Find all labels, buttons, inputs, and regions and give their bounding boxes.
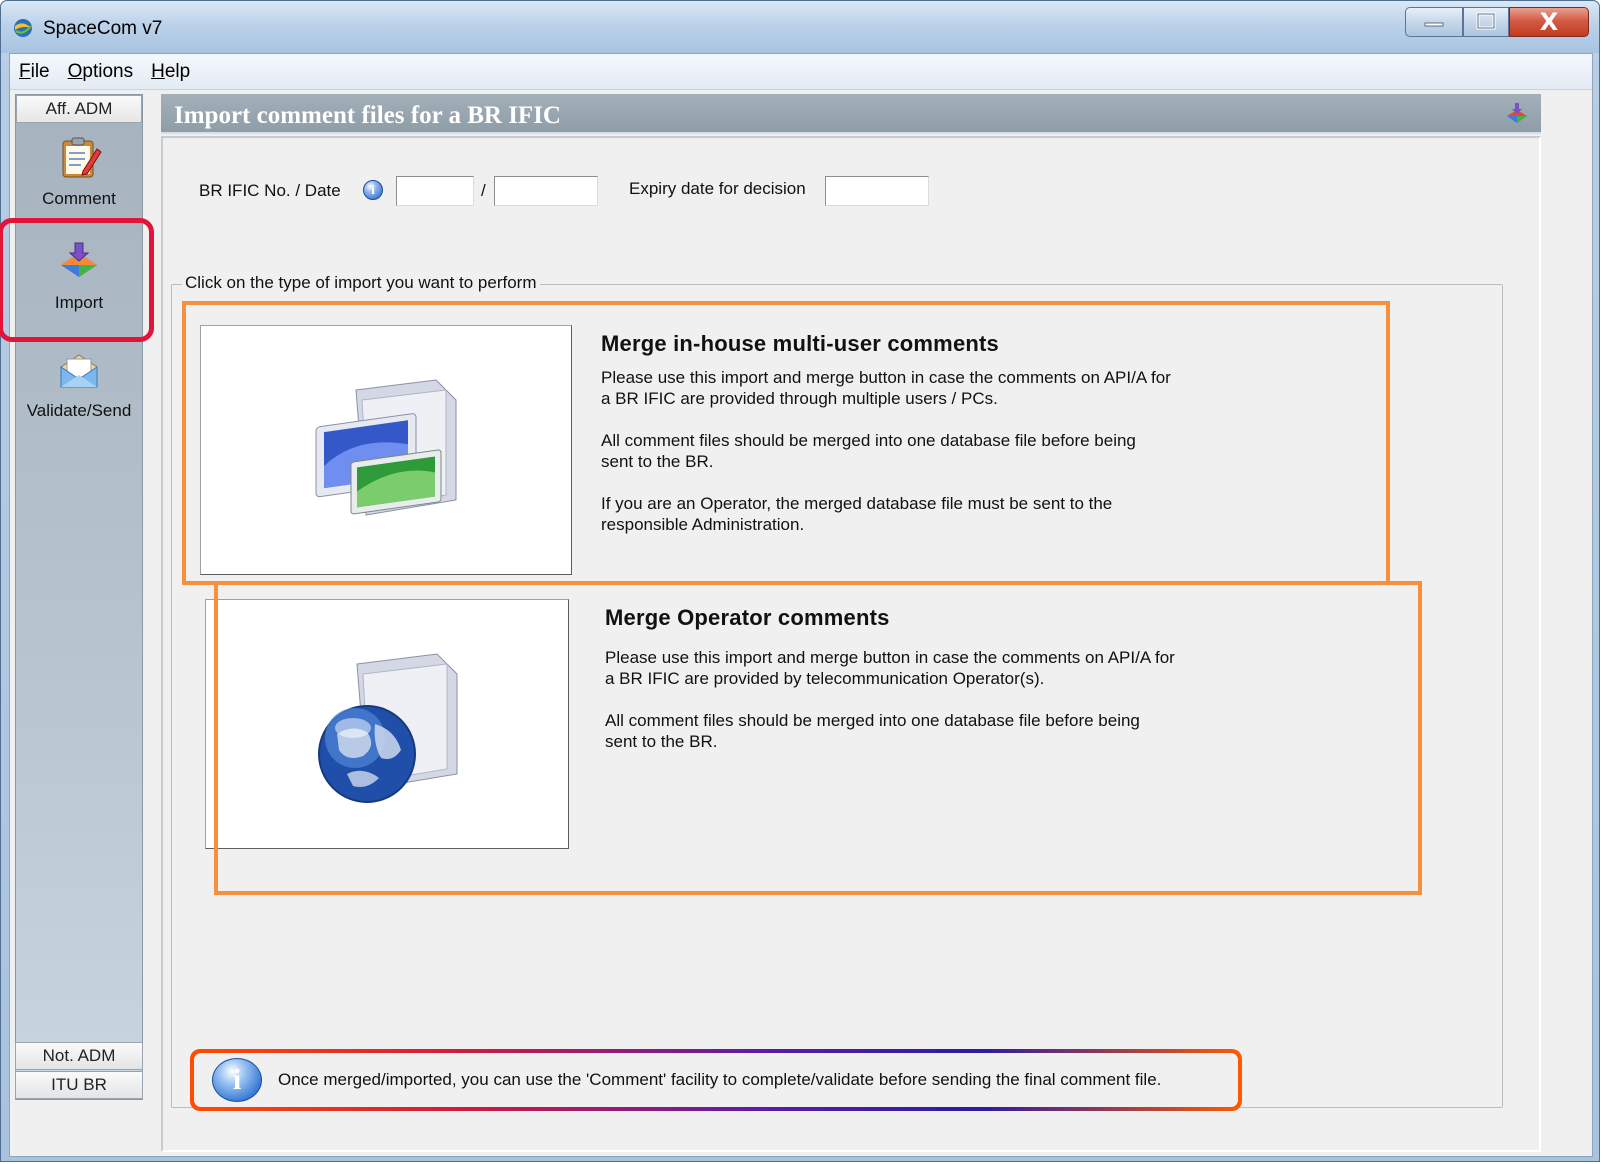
sidebar-tab-itu-br[interactable]: ITU BR xyxy=(15,1071,143,1099)
option-description: Please use this import and merge button … xyxy=(605,647,1175,773)
option-paragraph: Please use this import and merge button … xyxy=(601,368,1171,408)
expiry-date-field[interactable] xyxy=(825,176,929,206)
merge-multi-user-button[interactable] xyxy=(200,325,572,575)
panel-header: Import comment files for a BR IFIC xyxy=(161,94,1541,134)
sidebar-section-aff-adm[interactable]: Aff. ADM xyxy=(16,95,142,123)
sidebar-tool-label: Import xyxy=(54,293,104,312)
notice-text: Once merged/imported, you can use the 'C… xyxy=(278,1070,1162,1089)
menu-file[interactable]: File xyxy=(19,61,50,83)
minimize-icon xyxy=(1424,22,1444,27)
folder-monitor-icon xyxy=(315,379,457,516)
sidebar-tool-comment[interactable]: Comment xyxy=(16,127,142,227)
menu-help[interactable]: Help xyxy=(151,61,190,83)
envelope-icon xyxy=(60,354,98,388)
clipboard-edit-icon xyxy=(62,137,102,178)
app-window: SpaceCom v7 X File Options Help Aff. ADM xyxy=(0,0,1600,1162)
menu-options[interactable]: Options xyxy=(68,61,133,83)
br-ific-no-field[interactable] xyxy=(396,176,474,206)
folder-globe-icon xyxy=(318,653,458,803)
merge-operator-button[interactable] xyxy=(205,599,569,849)
sidebar-tool-validate-send[interactable]: Validate/Send xyxy=(16,339,142,439)
sidebar: Aff. ADM Comment Import Validate/Send xyxy=(15,94,143,1100)
option-title: Merge in-house multi-user comments xyxy=(601,331,999,356)
date-separator: / xyxy=(481,181,486,200)
close-icon: X xyxy=(1539,8,1559,36)
sidebar-tool-label: Validate/Send xyxy=(26,401,132,420)
import-diamond-icon xyxy=(1507,103,1527,123)
info-icon: i xyxy=(212,1058,262,1102)
import-panel: BR IFIC No. / Date i / Expiry date for d… xyxy=(161,136,1541,1152)
close-button[interactable]: X xyxy=(1509,7,1589,37)
option-title: Merge Operator comments xyxy=(605,605,890,630)
maximize-button[interactable] xyxy=(1463,7,1509,37)
sidebar-tab-not-adm[interactable]: Not. ADM xyxy=(15,1042,143,1070)
page-title: Import comment files for a BR IFIC xyxy=(174,102,561,129)
group-legend: Click on the type of import you want to … xyxy=(182,273,540,293)
br-ific-label: BR IFIC No. / Date xyxy=(199,181,341,200)
expiry-label: Expiry date for decision xyxy=(629,179,806,198)
app-globe-icon xyxy=(14,19,32,37)
info-icon[interactable]: i xyxy=(363,180,383,200)
sidebar-tool-label: Comment xyxy=(42,189,116,208)
option-paragraph: If you are an Operator, the merged datab… xyxy=(601,494,1113,534)
option-paragraph: All comment files should be merged into … xyxy=(605,711,1140,751)
br-ific-date-field[interactable] xyxy=(494,176,598,206)
title-bar[interactable]: SpaceCom v7 X xyxy=(1,1,1599,53)
window-title: SpaceCom v7 xyxy=(43,18,163,39)
import-diamond-icon xyxy=(61,242,97,277)
option-paragraph: Please use this import and merge button … xyxy=(605,648,1175,688)
option-paragraph: All comment files should be merged into … xyxy=(601,431,1136,471)
maximize-icon xyxy=(1476,12,1496,30)
client-area: File Options Help Aff. ADM Comment Impor… xyxy=(0,53,1593,1157)
sidebar-tool-import[interactable]: Import xyxy=(16,231,142,331)
option-description: Please use this import and merge button … xyxy=(601,367,1171,556)
menu-bar: File Options Help xyxy=(10,54,1592,90)
minimize-button[interactable] xyxy=(1405,7,1463,37)
import-type-group: Click on the type of import you want to … xyxy=(171,273,1503,1111)
info-notice: i Once merged/imported, you can use the … xyxy=(190,1049,1242,1111)
